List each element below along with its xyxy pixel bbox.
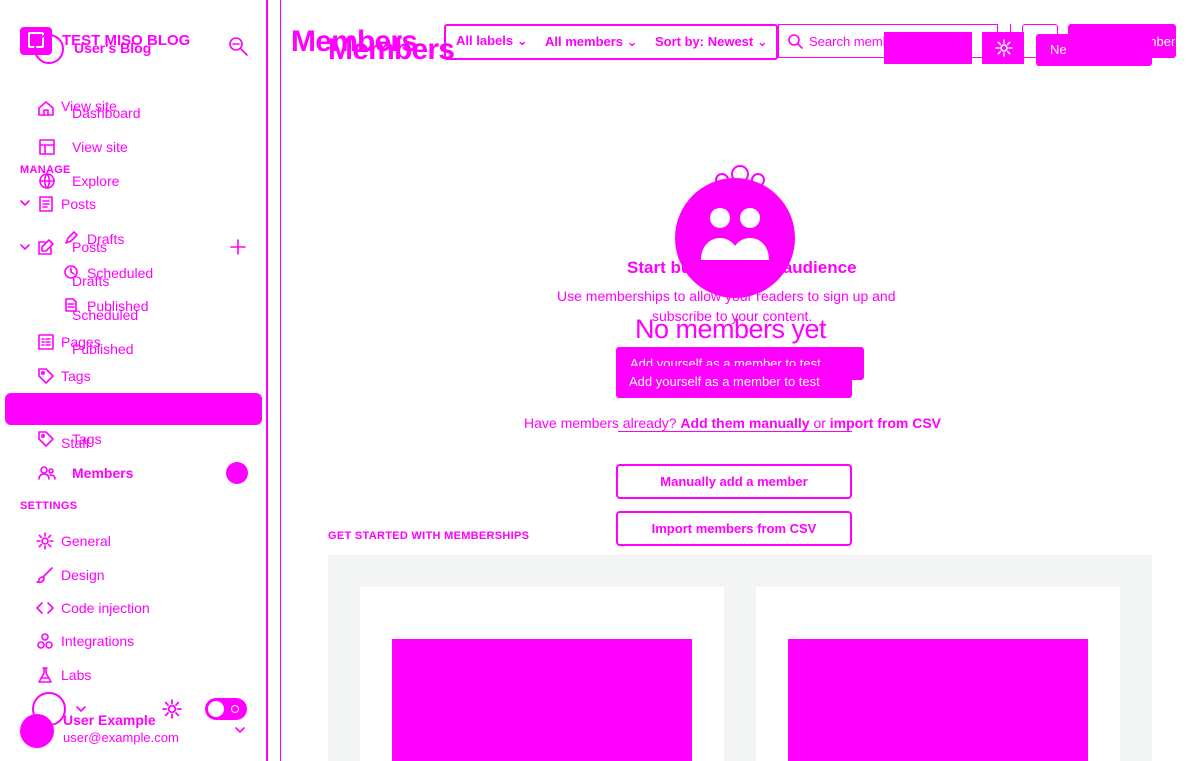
pages-icon (37, 333, 55, 351)
import-csv-link[interactable]: import from CSV (830, 415, 941, 431)
add-manually-link[interactable]: Add them manually (680, 415, 809, 431)
user-email: user@example.com (63, 730, 179, 745)
sort-select[interactable]: Sort by: Newest ⌄ (655, 34, 768, 50)
document-icon (63, 297, 79, 313)
import-help: Have members already? Add them manually … (524, 415, 941, 431)
layout-icon (38, 138, 56, 156)
nav-tags[interactable]: Tags (61, 368, 91, 384)
labels-filter[interactable]: All labels ⌄ (456, 33, 528, 49)
empty-description-1: Use memberships to allow your readers to… (557, 288, 896, 304)
members-filter[interactable]: All members ⌄ (545, 34, 638, 50)
site-icon (34, 34, 64, 64)
gear-icon (995, 39, 1013, 57)
globe-icon (38, 172, 56, 190)
settings-code-injection[interactable]: Code injection (61, 600, 150, 616)
page-title-2: Members (328, 33, 455, 66)
sort-select-label: Sort by: Newest (655, 34, 754, 49)
settings-design[interactable]: Design (61, 567, 105, 583)
add-self-button-2[interactable]: Add yourself as a member to test (616, 366, 852, 398)
link-underline (618, 431, 852, 432)
plus-icon[interactable] (229, 238, 247, 256)
chevron-down-icon[interactable] (233, 723, 247, 737)
settings-header: SETTINGS (20, 500, 78, 512)
nav-scheduled[interactable]: Scheduled (87, 265, 153, 281)
nav-view-site-2[interactable]: View site (72, 139, 128, 155)
pen-icon (63, 230, 79, 246)
import-help-or: or (813, 415, 826, 431)
gear-icon (36, 532, 54, 550)
settings-labs[interactable]: Labs (61, 667, 91, 683)
home-icon (37, 99, 55, 117)
tag-icon (37, 367, 55, 385)
user-name: User Example (63, 712, 156, 728)
gear-icon[interactable] (162, 699, 182, 719)
search-overlay (884, 32, 972, 64)
nav-published[interactable]: Published (87, 298, 149, 314)
card-image (788, 639, 1088, 761)
nav-drafts[interactable]: Drafts (87, 231, 124, 247)
nav-pages[interactable]: Pages (61, 334, 101, 350)
empty-heading: Start building your audience (627, 258, 857, 277)
night-mode-toggle[interactable] (205, 698, 247, 720)
labels-filter-label: All labels (456, 33, 514, 48)
integrations-icon (36, 632, 54, 650)
nav-tags-2[interactable]: Tags (72, 431, 102, 447)
members-illustration (675, 178, 795, 298)
add-self-label-2: Add yourself as a member to test (629, 374, 820, 389)
members-filter-label: All members (545, 34, 624, 49)
settings-general[interactable]: General (61, 533, 111, 549)
nav-explore[interactable]: Explore (72, 173, 119, 189)
sidebar: TEST MISO BLOG User's Blog View site Das… (0, 0, 268, 761)
search-icon (787, 33, 803, 49)
empty-title: No members yet (635, 314, 827, 344)
new-member-label-2: Ne (1050, 42, 1067, 57)
status-badge (226, 462, 248, 484)
posts-icon (37, 195, 55, 213)
tag-icon (37, 430, 55, 448)
edit-icon (37, 238, 55, 256)
nav-members[interactable]: Members (72, 465, 133, 481)
clock-icon (63, 264, 79, 280)
nav-posts[interactable]: Posts (61, 196, 96, 212)
brush-icon (36, 566, 54, 584)
site-subtitle: User's Blog (74, 40, 152, 56)
manual-add-button[interactable]: Manually add a member (616, 464, 852, 499)
nav-dashboard[interactable]: Dashboard (72, 105, 141, 121)
flask-icon (36, 666, 54, 684)
new-member-button-2[interactable]: Ne (1036, 34, 1152, 66)
get-started-header: GET STARTED WITH MEMBERSHIPS (328, 530, 530, 542)
chevron-down-icon[interactable] (18, 240, 32, 254)
card-image (392, 639, 692, 761)
chevron-down-icon[interactable] (18, 196, 32, 210)
import-csv-button[interactable]: Import members from CSV (616, 511, 852, 546)
settings-integrations[interactable]: Integrations (61, 633, 134, 649)
divider (280, 0, 281, 761)
code-icon (36, 599, 54, 617)
import-help-prefix: Have members already? (524, 415, 677, 431)
sidebar-item-active[interactable] (5, 393, 262, 425)
members-icon (38, 464, 56, 482)
user-avatar[interactable] (20, 714, 54, 748)
search-icon[interactable] (227, 35, 249, 57)
